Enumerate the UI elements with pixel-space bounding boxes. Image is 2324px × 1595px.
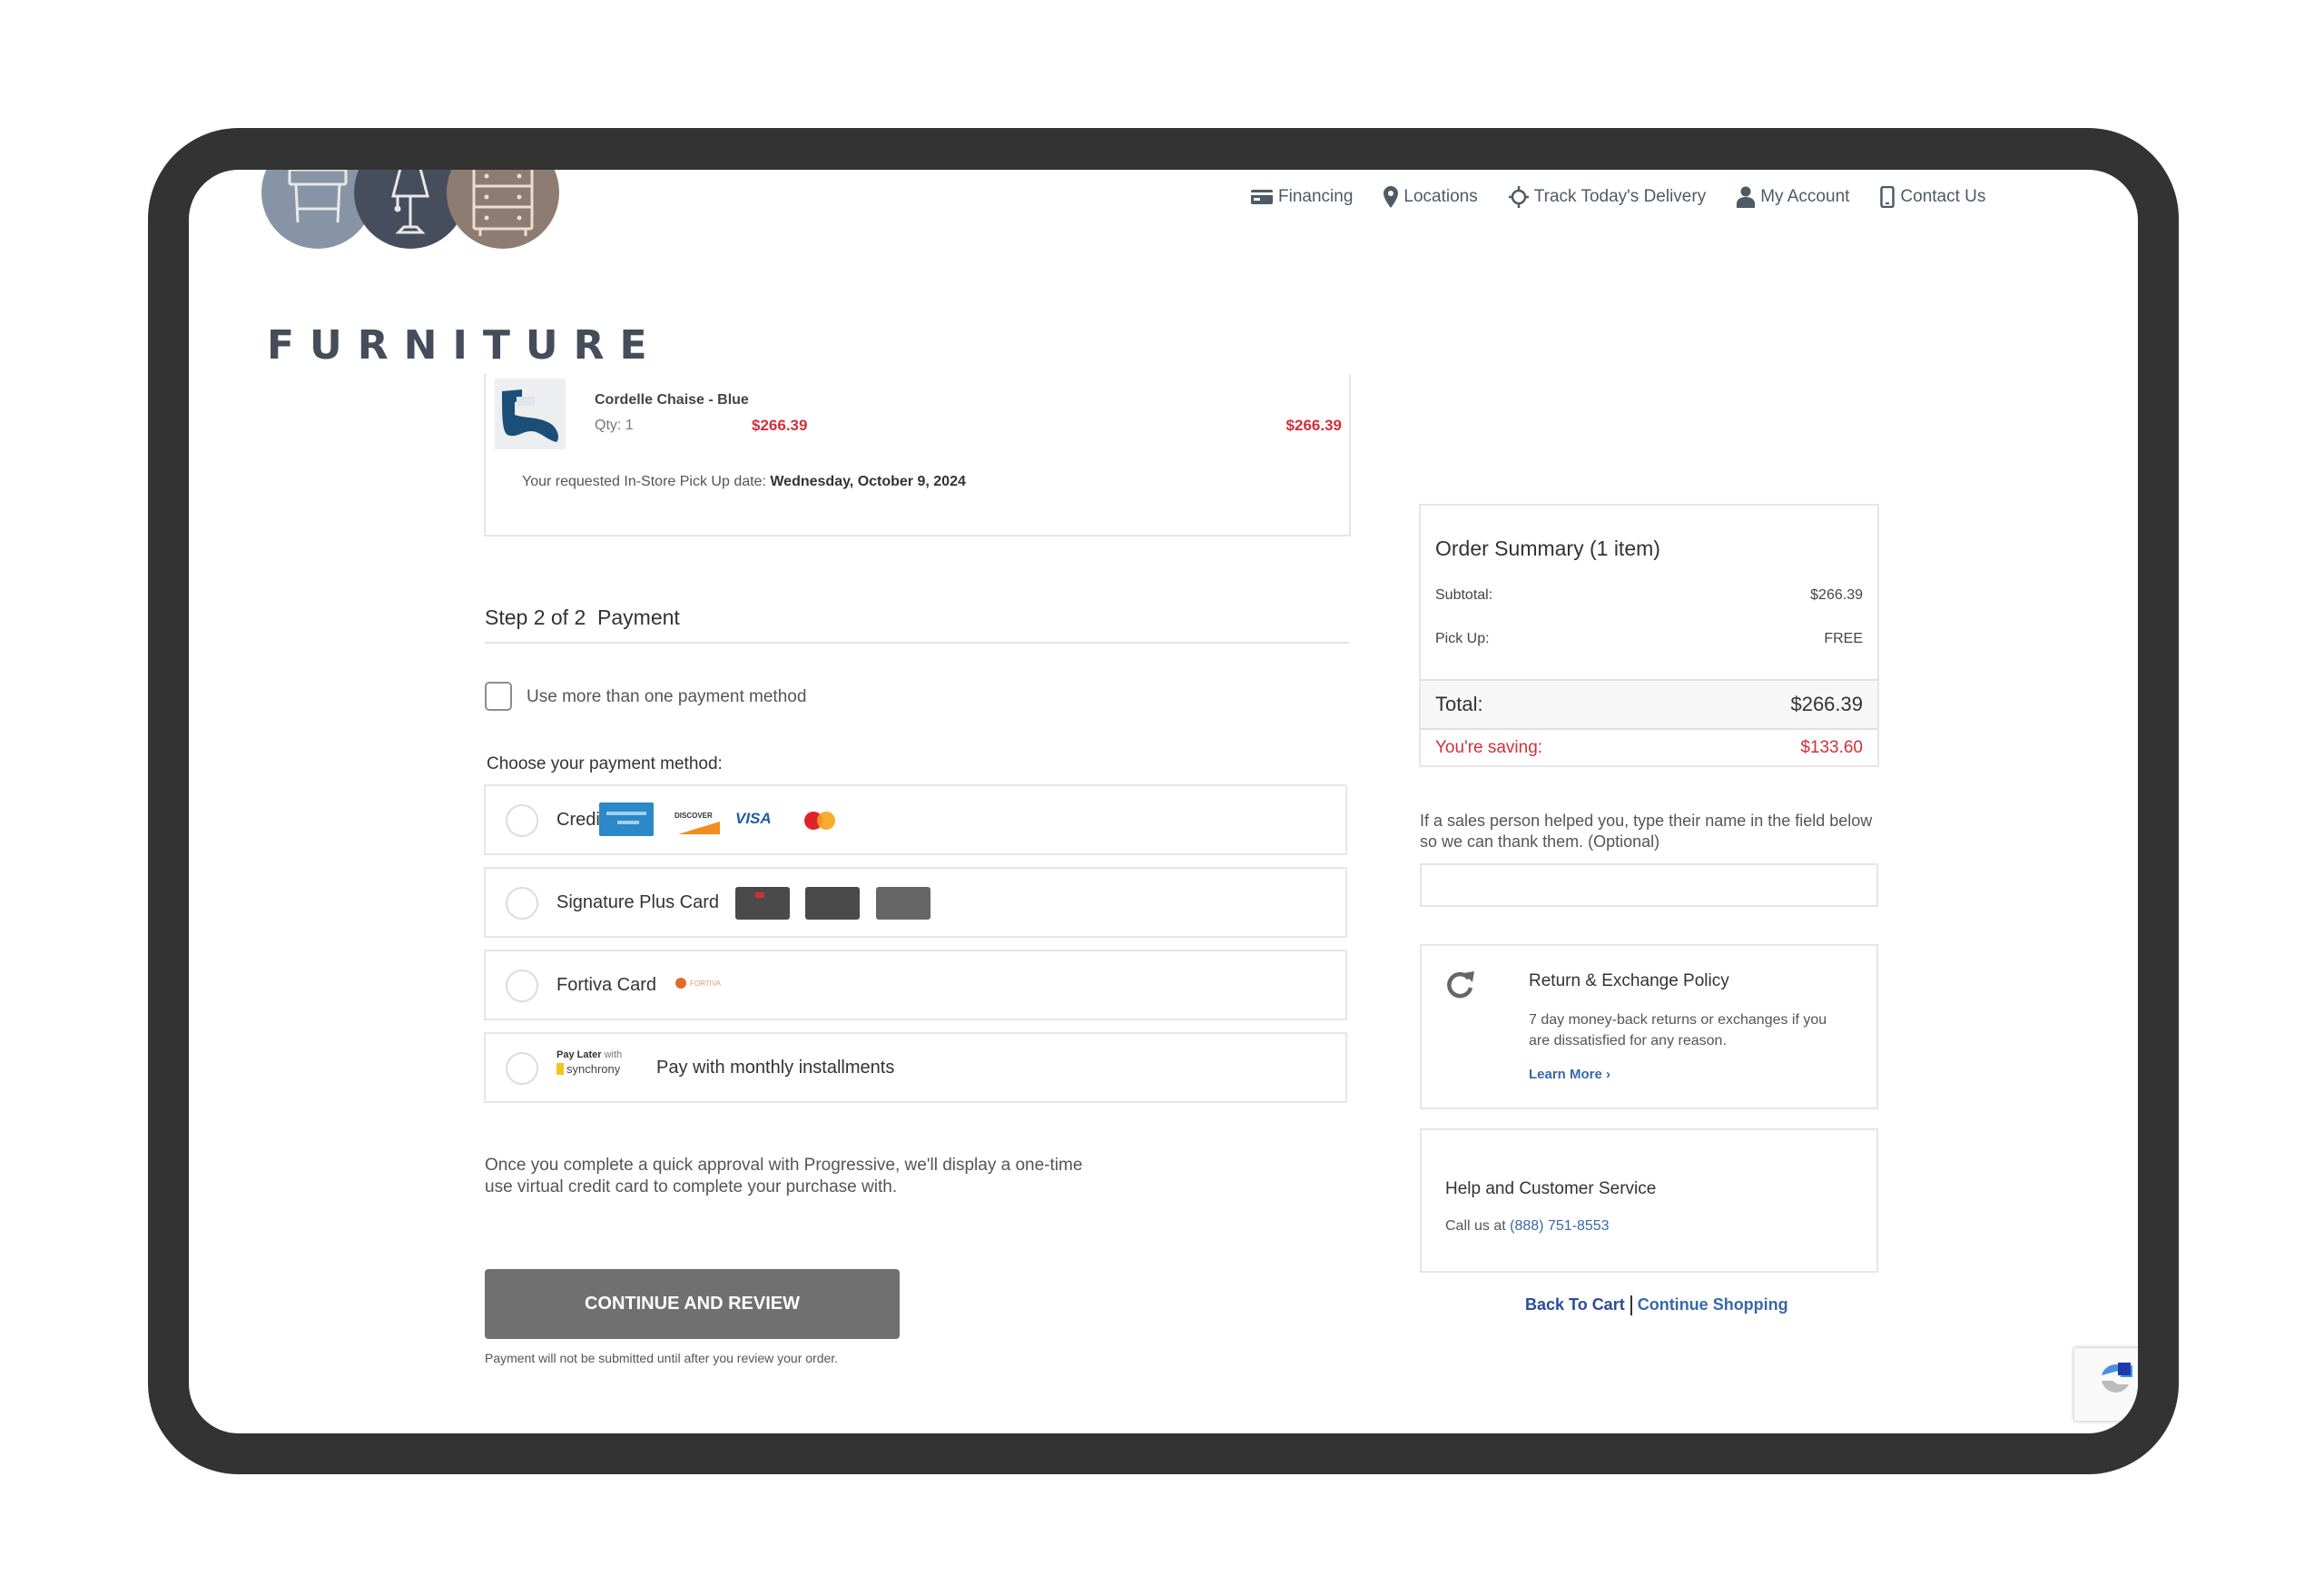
pickup-row: Pick Up: FREE [1435, 631, 1863, 647]
nav-track-delivery[interactable]: Track Today's Delivery [1508, 186, 1707, 208]
subtotal-row: Subtotal: $266.39 [1435, 587, 1863, 604]
pickup-label: Your requested In-Store Pick Up date: [522, 474, 766, 489]
mastercard-icon [802, 810, 838, 832]
discover-icon: DISCOVER [667, 802, 722, 836]
product-qty: Qty: 1 [595, 418, 634, 433]
payment-option-synchrony[interactable]: Pay Later with synchrony Pay with monthl… [484, 1032, 1347, 1103]
product-name[interactable]: Cordelle Chaise - Blue [595, 392, 749, 409]
help-call: Call us at (888) 751-8553 [1445, 1216, 1610, 1236]
order-summary: Order Summary (1 item) Subtotal: $266.39… [1419, 504, 1879, 767]
return-policy-box: Return & Exchange Policy 7 day money-bac… [1420, 944, 1878, 1109]
footer-links: Back To Cart Continue Shopping [1525, 1295, 1788, 1316]
salesperson-name-input[interactable] [1420, 863, 1878, 907]
saving-value: $133.60 [1800, 738, 1863, 757]
continue-shopping-link[interactable]: Continue Shopping [1638, 1295, 1788, 1314]
product-thumbnail[interactable] [495, 379, 566, 449]
nav-label: Locations [1403, 187, 1478, 206]
radio-button[interactable] [506, 804, 538, 837]
nav-label: Contact Us [1900, 187, 1986, 206]
payment-option-label: Pay with monthly installments [656, 1058, 895, 1078]
pickup-value: FREE [1824, 631, 1863, 646]
brand-wordmark: FURNITURE [267, 322, 663, 369]
progressive-note: Once you complete a quick approval with … [485, 1156, 1083, 1196]
payment-footnote: Payment will not be submitted until afte… [485, 1351, 839, 1365]
crosshair-icon [1508, 186, 1529, 208]
payment-option-credit-debit[interactable]: Credit/Debit DISCOVER VISA [484, 784, 1347, 855]
subtotal-label: Subtotal: [1435, 587, 1493, 603]
step-heading: Step 2 of 2 Payment [485, 606, 680, 629]
brand-logo[interactable]: FURNITURE [189, 170, 647, 388]
signature-card-icon [735, 887, 790, 920]
synchrony-icon [556, 1063, 564, 1075]
back-to-cart-link[interactable]: Back To Cart [1525, 1295, 1625, 1314]
radio-button[interactable] [506, 970, 538, 1002]
saving-row: You're saving: $133.60 [1435, 738, 1863, 758]
dresser-icon [447, 170, 559, 249]
help-title: Help and Customer Service [1445, 1179, 1657, 1198]
user-icon [1737, 186, 1756, 208]
cart-item-card: Cordelle Chaise - Blue Qty: 1 $266.39 $2… [484, 374, 1351, 537]
total-label: Total: [1435, 693, 1483, 715]
pay-later-label: Pay Later [556, 1049, 602, 1060]
nav-my-account[interactable]: My Account [1737, 186, 1849, 208]
unit-price: $266.39 [752, 417, 808, 434]
divider [485, 642, 1349, 644]
refresh-icon [1447, 971, 1474, 999]
payment-option-label: Signature Plus Card [556, 892, 719, 912]
total-row: Total: $266.39 [1435, 693, 1863, 716]
fortiva-icon: FORTIVA [675, 977, 721, 989]
payment-option-fortiva[interactable]: Fortiva Card FORTIVA [484, 950, 1347, 1020]
nav-label: My Account [1760, 187, 1850, 206]
nav-contact-us[interactable]: Contact Us [1880, 186, 1985, 208]
saving-label: You're saving: [1435, 738, 1543, 757]
link-separator [1630, 1295, 1632, 1316]
return-policy-title: Return & Exchange Policy [1529, 971, 1729, 990]
pickup-date: Wednesday, October 9, 2024 [770, 474, 966, 489]
choose-payment-label: Choose your payment method: [487, 754, 723, 773]
nav-locations[interactable]: Locations [1384, 186, 1478, 208]
nav-label: Financing [1278, 187, 1354, 206]
amex-icon [599, 802, 654, 836]
top-nav: Financing Locations Track Today's Delive… [1251, 186, 2016, 208]
learn-more-link[interactable]: Learn More › [1529, 1064, 1610, 1085]
recaptcha-badge[interactable] [2073, 1347, 2138, 1422]
phone-link[interactable]: (888) 751-8553 [1510, 1218, 1609, 1234]
map-pin-icon [1384, 186, 1399, 208]
line-total: $266.39 [1285, 417, 1342, 434]
nav-financing[interactable]: Financing [1251, 187, 1353, 207]
signature-card-icon [805, 887, 860, 920]
pickup-label: Pick Up: [1435, 631, 1490, 646]
browser-viewport: FURNITURE Financing Locations Track Toda… [189, 170, 2138, 1433]
continue-and-review-button[interactable]: CONTINUE AND REVIEW [485, 1269, 900, 1339]
call-label: Call us at [1445, 1218, 1506, 1234]
order-summary-title: Order Summary (1 item) [1435, 537, 1660, 560]
payment-option-signature-plus[interactable]: Signature Plus Card [484, 867, 1347, 938]
fortiva-wordmark: FORTIVA [690, 979, 721, 988]
multi-payment-label[interactable]: Use more than one payment method [527, 687, 806, 707]
pickup-date-note: Your requested In-Store Pick Up date: We… [522, 474, 966, 490]
radio-button[interactable] [506, 1052, 538, 1085]
salesperson-prompt: If a sales person helped you, type their… [1420, 812, 1873, 851]
total-band: Total: $266.39 [1421, 679, 1877, 730]
credit-card-icon [1251, 190, 1273, 204]
help-box: Help and Customer Service Call us at (88… [1420, 1128, 1878, 1273]
recaptcha-icon [2102, 1363, 2132, 1393]
synchrony-wordmark: synchrony [566, 1062, 621, 1076]
with-label: with [604, 1049, 623, 1060]
designer-looks-card-icon [876, 887, 931, 920]
multi-payment-checkbox[interactable] [485, 682, 512, 711]
radio-button[interactable] [506, 887, 538, 920]
synchrony-logo: Pay Later with synchrony [556, 1049, 622, 1076]
total-value: $266.39 [1790, 693, 1863, 715]
payment-option-label: Fortiva Card [556, 975, 657, 995]
phone-icon [1880, 186, 1896, 208]
subtotal-value: $266.39 [1810, 587, 1863, 603]
return-policy-text: 7 day money-back returns or exchanges if… [1529, 1012, 1827, 1049]
visa-icon: VISA [735, 810, 772, 827]
nav-label: Track Today's Delivery [1533, 187, 1707, 206]
